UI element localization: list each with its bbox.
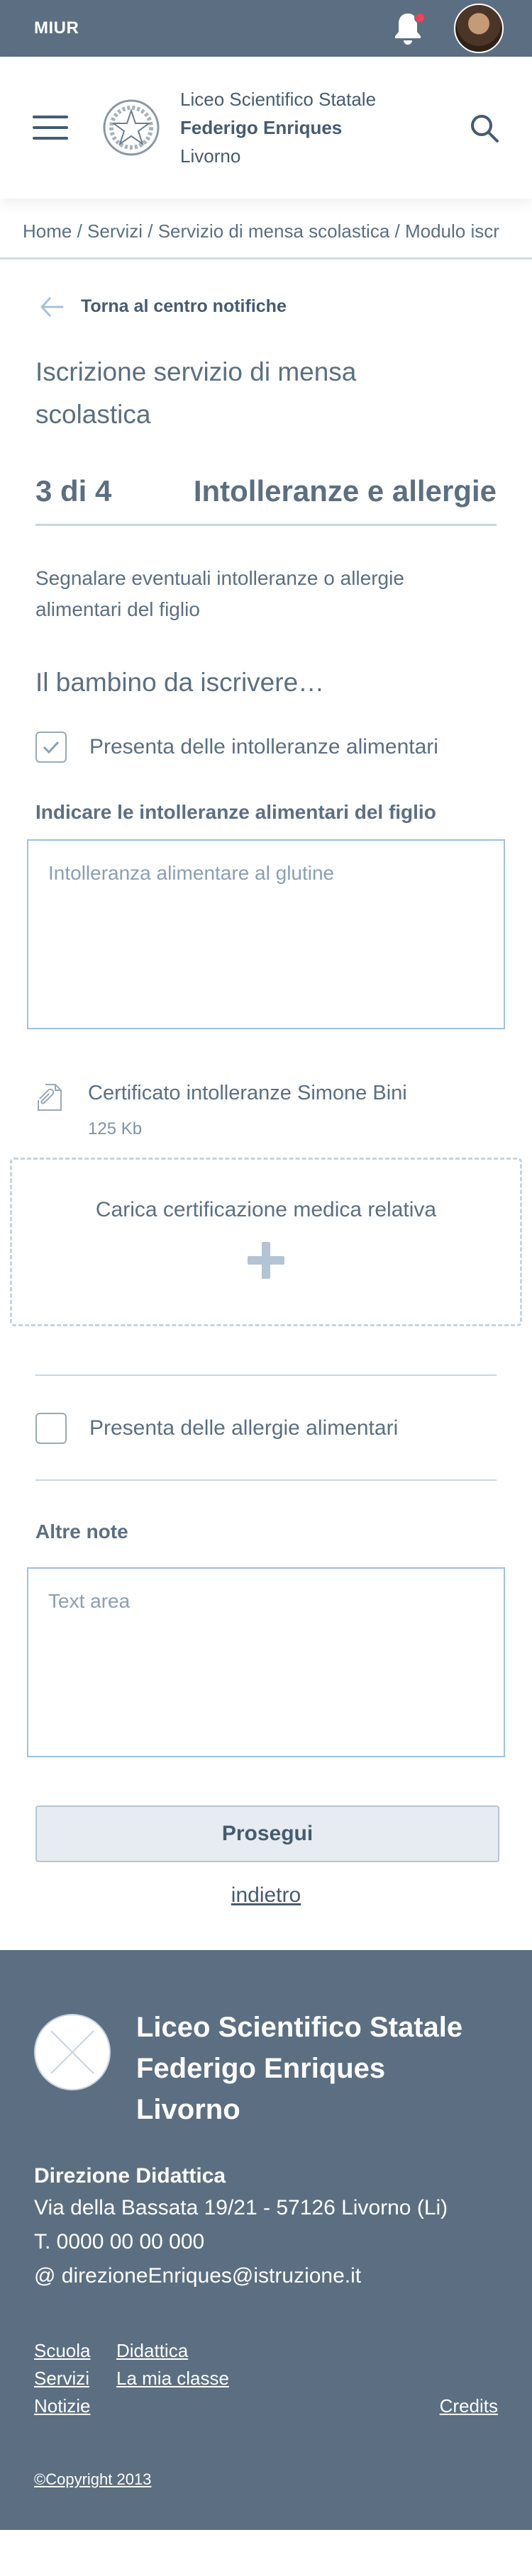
school-line-1: Liceo Scientifico Statale	[180, 89, 377, 110]
footer-school-name[interactable]: Liceo Scientifico Statale Federigo Enriq…	[136, 2007, 462, 2130]
upload-dropzone[interactable]: Carica certificazione medica relativa	[10, 1158, 522, 1326]
brand-label[interactable]: MIUR	[34, 18, 79, 38]
intolerance-textarea[interactable]: Intolleranza alimentare al glutine	[27, 839, 505, 1029]
back-link[interactable]: indietro	[0, 1883, 532, 1908]
footer-links: Scuola Didattica Servizi La mia classe N…	[34, 2340, 498, 2417]
intolerance-checkbox-label: Presenta delle intolleranze alimentari	[89, 735, 438, 758]
school-line-2: Federigo Enriques	[180, 117, 343, 138]
footer-school-line-1: Liceo Scientifico Statale	[136, 2012, 463, 2043]
step-indicator: 3 di 4 Intolleranze e allergie	[35, 474, 497, 526]
upload-label: Carica certificazione medica relativa	[95, 1198, 437, 1221]
notes-textarea[interactable]: Text area	[27, 1567, 505, 1757]
footer-email[interactable]: @ direzioneEnriques@istruzione.it	[34, 2259, 498, 2293]
school-name[interactable]: Liceo Scientifico Statale Federigo Enriq…	[180, 85, 376, 170]
allergy-checkbox-label: Presenta delle allergie alimentari	[89, 1416, 399, 1440]
footer-link-servizi[interactable]: Servizi	[34, 2368, 116, 2390]
back-to-notifications[interactable]: Torna al centro notifiche	[0, 296, 532, 317]
form-description: Segnalare eventuali intolleranze o aller…	[35, 567, 404, 620]
attachment-icon	[38, 1084, 62, 1111]
uploaded-file[interactable]: Certificato intolleranze Simone Bini 125…	[0, 1082, 532, 1139]
footer-school-line-3: Livorno	[136, 2094, 240, 2125]
site-header: Liceo Scientifico Statale Federigo Enriq…	[0, 57, 532, 198]
footer-link-notizie[interactable]: Notizie	[34, 2395, 116, 2417]
footer-copyright[interactable]: ©Copyright 2013	[34, 2470, 151, 2489]
file-name: Certificato intolleranze Simone Bini	[88, 1082, 407, 1104]
footer-link-scuola[interactable]: Scuola	[34, 2340, 116, 2362]
allergy-option[interactable]: Presenta delle allergie alimentari	[0, 1413, 532, 1444]
check-icon	[43, 741, 60, 754]
footer-school-line-2: Federigo Enriques	[136, 2053, 386, 2084]
intolerance-option[interactable]: Presenta delle intolleranze alimentari	[0, 732, 532, 763]
intolerance-field-label: Indicare le intolleranze alimentari del …	[35, 801, 436, 823]
arrow-left-icon	[40, 297, 64, 316]
breadcrumb[interactable]: Home / Servizi / Servizio di mensa scola…	[0, 206, 532, 259]
avatar[interactable]	[454, 4, 504, 53]
top-bar: MIUR	[0, 0, 532, 57]
continue-button[interactable]: Prosegui	[35, 1805, 499, 1862]
plus-icon	[248, 1242, 284, 1279]
footer-section-title: Direzione Didattica	[34, 2164, 226, 2188]
bell-icon[interactable]	[392, 11, 426, 46]
notes-label: Altre note	[35, 1521, 128, 1542]
back-label: Torna al centro notifiche	[81, 296, 287, 316]
footer-phone: T. 0000 00 00 000	[34, 2230, 205, 2253]
search-icon[interactable]	[470, 113, 499, 143]
school-logo-icon	[34, 2014, 111, 2090]
step-number: 3 di 4	[35, 474, 112, 508]
republic-emblem-icon	[101, 95, 162, 160]
file-size: 125 Kb	[88, 1119, 143, 1138]
menu-icon[interactable]	[33, 116, 68, 140]
page-title: Iscrizione servizio di mensa scolastica	[35, 357, 357, 429]
footer-credits-link[interactable]: Credits	[258, 2395, 498, 2417]
step-name: Intolleranze e allergie	[193, 474, 497, 508]
divider	[35, 1374, 497, 1376]
intolerance-checkbox[interactable]	[35, 732, 67, 763]
footer-address: Via della Bassata 19/21 - 57126 Livorno …	[34, 2196, 448, 2219]
notification-dot	[414, 12, 426, 23]
footer-link-la-mia-classe[interactable]: La mia classe	[116, 2368, 258, 2390]
section-subtitle: Il bambino da iscrivere…	[35, 668, 325, 697]
school-line-3: Livorno	[180, 145, 241, 167]
footer: Liceo Scientifico Statale Federigo Enriq…	[0, 1950, 532, 2530]
footer-link-didattica[interactable]: Didattica	[116, 2340, 258, 2362]
allergy-checkbox[interactable]	[35, 1413, 67, 1444]
divider	[35, 1479, 497, 1481]
